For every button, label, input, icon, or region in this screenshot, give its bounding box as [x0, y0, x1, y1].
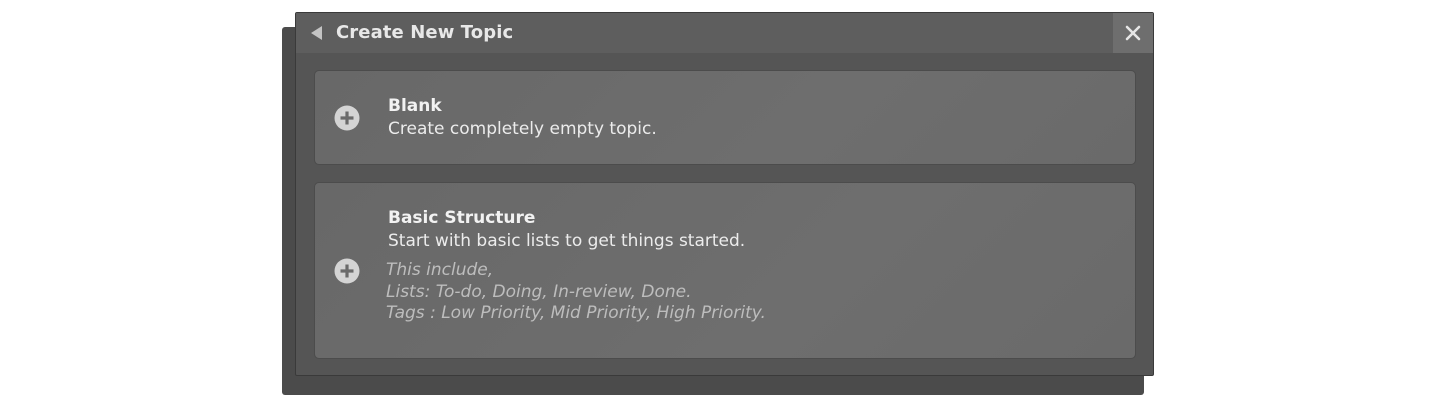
- details-intro: This include,: [386, 260, 494, 280]
- plus-circle-icon: [334, 105, 360, 131]
- option-description: Start with basic lists to get things sta…: [388, 231, 746, 251]
- details-tags: Tags : Low Priority, Mid Priority, High …: [386, 303, 766, 323]
- close-button[interactable]: [1113, 13, 1153, 53]
- back-button[interactable]: [308, 24, 324, 42]
- create-topic-dialog: Create New Topic Blank Create completely…: [295, 12, 1154, 376]
- option-blank[interactable]: Blank Create completely empty topic.: [314, 70, 1136, 165]
- option-basic-structure[interactable]: Basic Structure Start with basic lists t…: [314, 182, 1136, 359]
- option-title: Basic Structure: [388, 208, 536, 228]
- close-icon: [1125, 25, 1141, 41]
- dialog-header: Create New Topic: [296, 13, 1153, 53]
- dialog-title: Create New Topic: [336, 22, 514, 43]
- back-arrow-icon: [310, 26, 322, 40]
- details-lists: Lists: To-do, Doing, In-review, Done.: [386, 281, 692, 302]
- option-description: Create completely empty topic.: [388, 119, 657, 139]
- option-details: This include, Lists: To-do, Doing, In-re…: [386, 260, 766, 325]
- stage: Create New Topic Blank Create completely…: [0, 0, 1450, 420]
- option-title: Blank: [388, 96, 442, 116]
- plus-circle-icon: [334, 258, 360, 284]
